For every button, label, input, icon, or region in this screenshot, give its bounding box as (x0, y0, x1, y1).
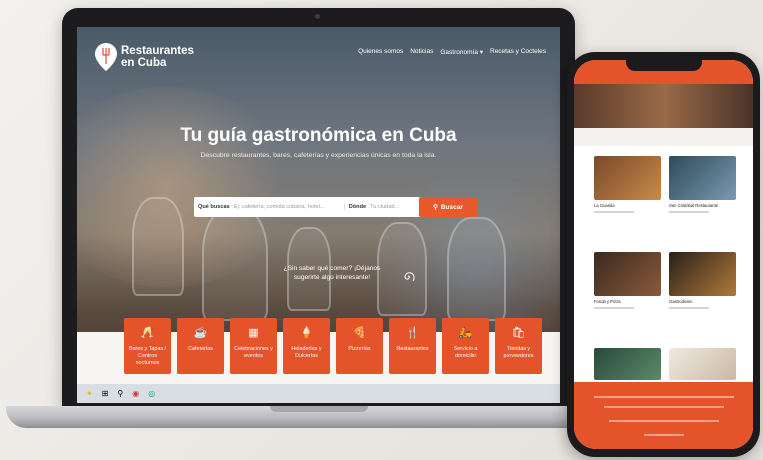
logo[interactable]: Restaurantes en Cuba (121, 45, 194, 69)
wine-glass (132, 197, 184, 296)
category-3[interactable]: 🍦 Heladerías y Dulcerías (283, 318, 330, 374)
suggestion-prompt[interactable]: ¿Sin saber qué comer? ¡Déjanos sugerirte… (272, 264, 392, 282)
card-title: San Cristóbal Restaurante (669, 203, 719, 208)
category-label: Pizzerías (348, 346, 371, 352)
category-label: Heladerías y Dulcerías (291, 346, 322, 359)
phone-card[interactable]: Fonda y Pizza (594, 252, 661, 309)
shopping-bag-icon: 🛍 (511, 327, 526, 339)
phone-notch (626, 60, 702, 71)
what-label: Qué buscas (198, 204, 230, 210)
cocktail-icon: 🥂 (140, 327, 155, 339)
main-nav: Quienes somos Noticias Gastronomía ▾ Rec… (358, 48, 546, 56)
laptop-notch (270, 406, 368, 412)
hero-title: Tu guía gastronómica en Cuba (180, 125, 457, 146)
pizza-icon: 🍕 (352, 327, 367, 339)
browser-icon[interactable]: ◎ (148, 389, 155, 398)
card-title: Gastrodivino (669, 299, 693, 304)
card-meta (594, 307, 634, 309)
search-bar: Qué buscas Ej: cafetería, comida cubana,… (194, 197, 456, 217)
category-label: Restaurantes (396, 346, 429, 352)
category-label: Servicio a domicilio (453, 346, 478, 359)
category-label: Cafeterías (188, 346, 213, 352)
site-header: Restaurantes en Cuba Quienes somos Notic… (77, 27, 560, 87)
laptop: Restaurantes en Cuba Quienes somos Notic… (62, 8, 575, 410)
category-2[interactable]: ▦ Celebraciones y eventos (230, 318, 277, 374)
wine-glass (202, 207, 268, 321)
wine-glass (447, 217, 506, 321)
nav-recetas[interactable]: Recetas y Cocteles (490, 48, 546, 56)
taskbar: ✦ ⊞ ⚲ ◉ ◎ (77, 384, 560, 403)
phone-hero (574, 84, 753, 128)
card-image (594, 348, 661, 380)
search-icon: ⚲ (433, 204, 438, 211)
phone-screen: La Guarida San Cristóbal Restaurante Fonda… (574, 60, 753, 449)
card-meta (594, 211, 634, 213)
laptop-base (6, 406, 631, 428)
prompt-line: sugerirte algo interesante! (293, 274, 371, 281)
category-4[interactable]: 🍕 Pizzerías (336, 318, 383, 374)
category-label: Tiendas y proveedores (503, 346, 534, 359)
logo-icon (95, 43, 117, 71)
cutlery-icon: 🍴 (405, 327, 420, 339)
icecream-icon: 🍦 (299, 327, 314, 339)
category-1[interactable]: ☕ Cafeterías (177, 318, 224, 374)
category-0[interactable]: 🥂 Bares y Tapas / Centros nocturnos (124, 318, 171, 374)
card-image (594, 156, 661, 200)
logo-line: en Cuba (121, 57, 167, 69)
category-6[interactable]: 🛵 Servicio a domicilio (442, 318, 489, 374)
card-image (669, 156, 736, 200)
search-button[interactable]: ⚲ Buscar (419, 197, 477, 217)
category-5[interactable]: 🍴 Restaurantes (389, 318, 436, 374)
card-meta (669, 211, 709, 213)
prompt-line: ¿Sin saber qué comer? ¡Déjanos (283, 265, 381, 272)
spiral-arrow-icon (404, 272, 415, 282)
browser-icon[interactable]: ◉ (132, 389, 139, 398)
sparkle-icon[interactable]: ✦ (86, 389, 93, 398)
phone-filters (574, 128, 753, 146)
nav-noticias[interactable]: Noticias (410, 48, 433, 56)
phone: La Guarida San Cristóbal Restaurante Fonda… (567, 52, 760, 457)
nav-quienes-somos[interactable]: Quienes somos (358, 48, 403, 56)
footer-text (609, 420, 719, 422)
coffee-icon: ☕ (193, 327, 208, 339)
what-input[interactable]: Ej: cafetería, comida cubana, hotel... (234, 204, 344, 210)
category-7[interactable]: 🛍 Tiendas y proveedores (495, 318, 542, 374)
category-label: Celebraciones y eventos (234, 346, 273, 359)
card-image (594, 252, 661, 296)
calendar-icon: ▦ (248, 327, 259, 339)
card-title: Fonda y Pizza (594, 299, 621, 304)
scooter-icon: 🛵 (458, 327, 473, 339)
nav-gastronomia[interactable]: Gastronomía ▾ (440, 48, 483, 56)
where-label: Dónde (343, 204, 370, 210)
card-title: La Guarida (594, 203, 615, 208)
camera (315, 14, 320, 19)
phone-card[interactable]: La Guarida (594, 156, 661, 213)
footer-link-row (604, 406, 724, 408)
hero-subtitle: Descubre restaurantes, bares, cafeterías… (200, 152, 437, 159)
laptop-screen: Restaurantes en Cuba Quienes somos Notic… (77, 27, 560, 403)
search-icon[interactable]: ⚲ (117, 389, 123, 398)
logo-line: Restaurantes (121, 45, 194, 57)
category-label: Bares y Tapas / Centros nocturnos (128, 346, 167, 366)
footer-text (644, 434, 684, 436)
card-image (669, 252, 736, 296)
phone-card[interactable]: Gastrodivino (669, 252, 736, 309)
phone-footer (574, 382, 753, 449)
phone-card[interactable]: San Cristóbal Restaurante (669, 156, 736, 213)
start-icon[interactable]: ⊞ (102, 389, 109, 398)
footer-link-row (594, 396, 734, 398)
card-meta (669, 307, 709, 309)
category-row: 🥂 Bares y Tapas / Centros nocturnos ☕ Cafet… (124, 318, 542, 374)
search-button-label: Buscar (440, 203, 463, 211)
card-image (669, 348, 736, 380)
